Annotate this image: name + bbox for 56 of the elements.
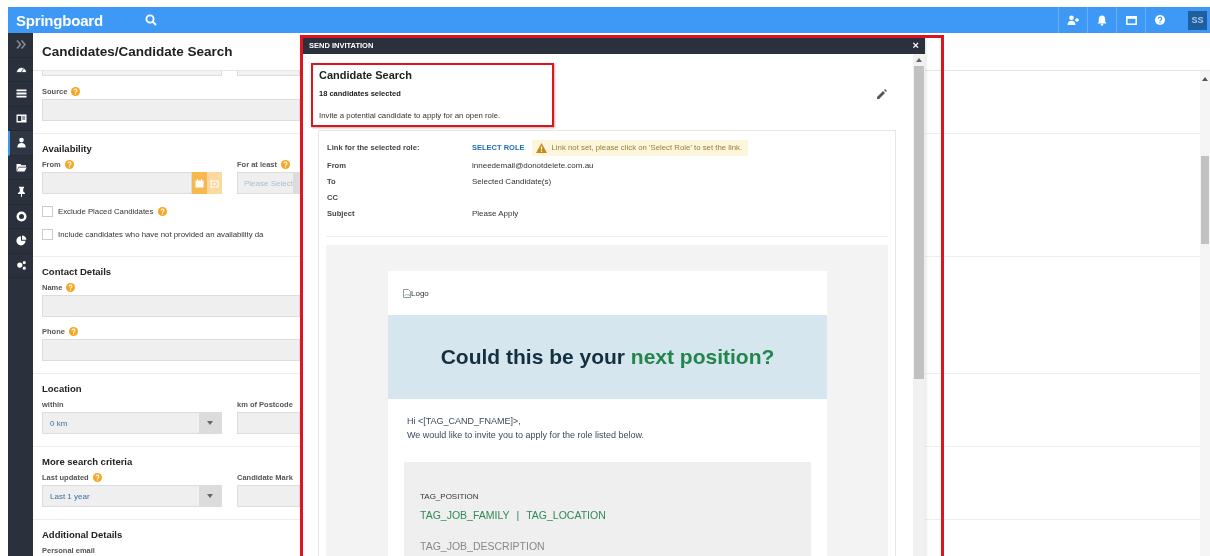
- pencil-icon[interactable]: [876, 89, 887, 100]
- email-headline: Could this be your next position?: [440, 345, 775, 369]
- caret-icon: [207, 494, 213, 498]
- field-value: Please Apply: [472, 208, 519, 218]
- job-location: TAG_LOCATION: [526, 509, 606, 521]
- job-family: TAG_JOB_FAMILY: [420, 509, 510, 521]
- dialog-heading: Candidate Search: [319, 69, 413, 81]
- user-avatar[interactable]: SS: [1188, 10, 1207, 30]
- logo-alt-text: Logo: [411, 288, 429, 298]
- select-field[interactable]: 0 km: [42, 412, 222, 434]
- calendar-icon[interactable]: [192, 172, 207, 194]
- input-field[interactable]: [42, 71, 222, 76]
- broken-image-icon: [403, 288, 411, 298]
- input-field[interactable]: [42, 339, 300, 361]
- help-icon[interactable]: [71, 86, 81, 96]
- help-icon[interactable]: [92, 472, 102, 482]
- input-field[interactable]: [237, 412, 300, 434]
- calendar-icon[interactable]: [207, 172, 222, 194]
- section-title: Location: [42, 383, 83, 394]
- nav-person-icon[interactable]: [8, 131, 33, 156]
- help-icon[interactable]: [66, 282, 76, 292]
- input-field[interactable]: [237, 71, 300, 76]
- help-icon[interactable]: [281, 159, 290, 169]
- scroll-thumb[interactable]: [914, 66, 924, 379]
- input-field[interactable]: [237, 485, 300, 507]
- scroll-thumb[interactable]: [1201, 156, 1209, 244]
- help-icon[interactable]: [64, 159, 74, 169]
- email-body-text: We would like to invite you to apply for the role listed below.: [407, 429, 645, 442]
- separator: |: [516, 509, 520, 521]
- help-icon[interactable]: [68, 326, 78, 336]
- input-field[interactable]: [42, 295, 300, 317]
- section-title: Contact Details: [42, 266, 113, 277]
- scrollbar[interactable]: [1200, 71, 1210, 556]
- role-position: TAG_POSITION: [420, 492, 480, 501]
- section-title: More search criteria: [42, 456, 134, 467]
- scrollbar[interactable]: [913, 54, 925, 556]
- logo[interactable]: Springboard: [16, 11, 103, 29]
- input-field[interactable]: [42, 99, 300, 121]
- scroll-up-icon[interactable]: [916, 58, 922, 62]
- date-field[interactable]: [42, 172, 192, 194]
- warning-icon: [535, 142, 547, 153]
- checkbox[interactable]: [42, 206, 53, 217]
- close-button[interactable]: ×: [912, 40, 919, 51]
- section-title: Additional Details: [42, 529, 124, 540]
- search-icon[interactable]: [144, 14, 157, 26]
- field-value: Selected Candidate(s): [472, 176, 552, 186]
- field-value: inneedemail@donotdelete.com.au: [472, 160, 594, 170]
- select-field[interactable]: Last 1 year: [42, 485, 222, 507]
- checkbox[interactable]: [42, 229, 53, 240]
- caret-icon: [207, 421, 213, 425]
- help-icon[interactable]: [158, 207, 168, 216]
- scroll-up-icon[interactable]: [1202, 77, 1208, 81]
- greeting-text: Hi <[TAG_CAND_FNAME]>,: [407, 415, 522, 428]
- section-title: Availability: [42, 143, 93, 154]
- job-description: TAG_JOB_DESCRIPTION: [420, 540, 546, 552]
- page-title: Candidates/Candidate Search: [42, 44, 233, 59]
